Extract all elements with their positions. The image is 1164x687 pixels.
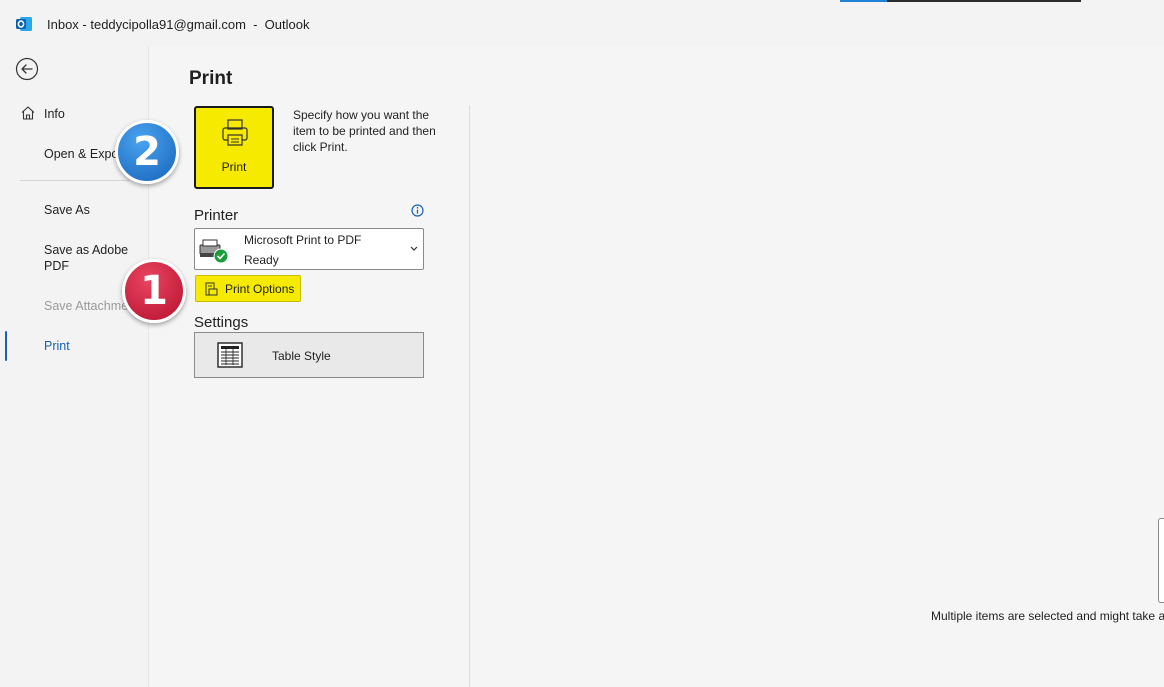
title-bar: Inbox - teddycipolla91@gmail.com - Outlo… bbox=[0, 0, 1164, 46]
preview-divider bbox=[469, 105, 470, 687]
active-indicator bbox=[5, 331, 7, 361]
title-accent-blue bbox=[840, 0, 887, 2]
window-title: Inbox - teddycipolla91@gmail.com - Outlo… bbox=[47, 17, 310, 32]
print-description: Specify how you want the item to be prin… bbox=[293, 108, 436, 154]
sidebar-divider bbox=[20, 180, 130, 181]
print-options-icon bbox=[205, 282, 218, 296]
printer-dropdown[interactable]: Microsoft Print to PDF Ready bbox=[194, 228, 424, 270]
print-button[interactable]: Print bbox=[194, 106, 274, 189]
sidebar-item-print[interactable]: Print bbox=[44, 338, 70, 354]
step-badge-1: 1 bbox=[122, 259, 186, 323]
print-options-label: Print Options bbox=[225, 282, 295, 296]
chevron-down-icon bbox=[410, 246, 418, 251]
page-title: Print bbox=[189, 68, 233, 89]
printer-icon bbox=[222, 119, 248, 146]
home-icon bbox=[21, 106, 35, 120]
printer-ready-icon bbox=[199, 239, 229, 264]
sidebar-item-info[interactable]: Info bbox=[44, 106, 65, 122]
title-accent-dark bbox=[887, 0, 1081, 2]
sidebar-item-save-as[interactable]: Save As bbox=[44, 202, 90, 218]
print-options-button[interactable]: Print Options bbox=[195, 275, 301, 302]
back-arrow-icon[interactable] bbox=[15, 57, 39, 81]
sidebar-item-open-export[interactable]: Open & Export bbox=[44, 146, 126, 162]
table-style-option[interactable]: Table Style bbox=[194, 332, 424, 378]
table-style-label: Table Style bbox=[272, 349, 331, 363]
settings-section-label: Settings bbox=[194, 314, 249, 331]
printer-status: Ready bbox=[244, 253, 279, 267]
preview-scroll-handle[interactable] bbox=[1158, 518, 1164, 603]
print-button-label: Print bbox=[221, 160, 247, 174]
table-style-icon bbox=[217, 342, 243, 368]
preview-message: Multiple items are selected and might ta… bbox=[931, 609, 1164, 623]
info-icon[interactable] bbox=[411, 204, 424, 217]
printer-section-label: Printer bbox=[194, 207, 239, 224]
outlook-logo-icon bbox=[16, 17, 32, 31]
sidebar-item-save-as-adobe-pdf[interactable]: Save as Adobe PDF bbox=[44, 242, 134, 274]
printer-name: Microsoft Print to PDF bbox=[244, 233, 362, 247]
step-badge-2: 2 bbox=[115, 120, 179, 184]
